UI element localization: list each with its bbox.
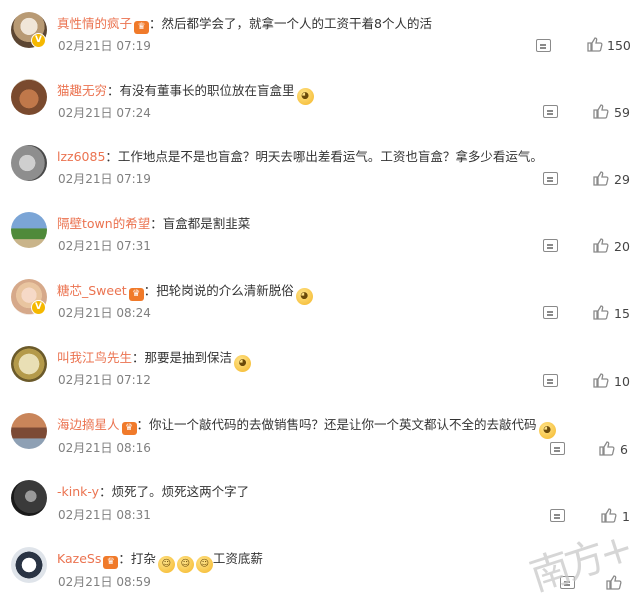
comment-text: ：你让一个敲代码的去做销售吗？还是让你一个英文都认不全的去敲代码 — [136, 417, 537, 432]
avatar[interactable] — [11, 480, 47, 516]
comment-text: ：把轮岗说的介么清新脱俗 — [143, 283, 294, 298]
avatar[interactable] — [11, 145, 47, 181]
member-crown-icon: ♛ — [134, 21, 150, 34]
timestamp: 02月21日 08:59 — [58, 575, 151, 589]
avatar[interactable] — [11, 413, 47, 449]
verified-badge-icon: V — [31, 33, 46, 48]
thumbs-up-icon[interactable] — [593, 171, 609, 186]
avatar[interactable] — [11, 346, 47, 382]
comment-text: ：然后都学会了，就拿一个人的工资干着8个人的活 — [149, 16, 432, 31]
verified-badge-icon: V — [31, 300, 46, 315]
comment-icon[interactable] — [543, 172, 558, 185]
like-count: 59 — [614, 105, 630, 120]
timestamp: 02月21日 07:19 — [58, 39, 151, 53]
thumbs-up-icon[interactable] — [587, 37, 603, 52]
comment-icon[interactable] — [543, 239, 558, 252]
username[interactable]: 猫趣无穷 — [57, 83, 107, 98]
comment-text: ：打杂 — [118, 551, 156, 566]
comment-icon[interactable] — [536, 39, 551, 52]
like-count: 6 — [620, 442, 628, 457]
timestamp: 02月21日 08:24 — [58, 306, 151, 320]
doge-emoji-icon: ◕ — [296, 88, 314, 105]
comment-text: ：盲盒都是割韭菜 — [150, 216, 251, 231]
like-count: 10 — [614, 374, 630, 389]
comment-text: ：有没有董事长的职位放在盲盒里 — [107, 83, 295, 98]
comment-text: ：那要是抽到保洁 — [132, 350, 233, 365]
username[interactable]: 叫我江鸟先生 — [57, 350, 132, 365]
comment-icon[interactable] — [543, 105, 558, 118]
comment-icon[interactable] — [550, 442, 565, 455]
timestamp: 02月21日 08:16 — [58, 441, 151, 455]
thumbs-up-icon[interactable] — [593, 104, 609, 119]
comment-text-tail: 工资底薪 — [212, 551, 263, 566]
username[interactable]: 糖芯_Sweet — [57, 283, 127, 298]
doge-emoji-icon: ◕ — [234, 355, 252, 372]
comment-text: ：工作地点是不是也盲盒？明天去哪出差看运气。工资也盲盒？拿多少看运气。 — [105, 149, 543, 164]
username[interactable]: 真性情的疯子 — [57, 16, 132, 31]
avatar[interactable] — [11, 79, 47, 115]
member-crown-icon: ♛ — [103, 556, 119, 569]
username[interactable]: lzz6085 — [57, 149, 105, 164]
like-count: 150 — [607, 38, 631, 53]
laugh-emoji-icon: ☺ — [195, 556, 213, 573]
laugh-emoji-icon: ☺ — [157, 556, 175, 573]
thumbs-up-icon[interactable] — [593, 373, 609, 388]
thumbs-up-icon[interactable] — [593, 305, 609, 320]
username[interactable]: 隔壁town的希望 — [57, 216, 150, 231]
comment-icon[interactable] — [543, 306, 558, 319]
username[interactable]: KazeSs — [57, 551, 101, 566]
thumbs-up-icon[interactable] — [599, 441, 615, 456]
avatar[interactable] — [11, 212, 47, 248]
timestamp: 02月21日 07:31 — [58, 239, 151, 253]
timestamp: 02月21日 07:19 — [58, 172, 151, 186]
timestamp: 02月21日 07:24 — [58, 106, 151, 120]
like-count: 1 — [622, 509, 630, 524]
username[interactable]: 海边摘星人 — [57, 417, 120, 432]
laugh-emoji-icon: ☺ — [176, 556, 194, 573]
comment-icon[interactable] — [550, 509, 565, 522]
comment-text: ：烦死了。烦死这两个字了 — [99, 484, 250, 499]
avatar[interactable] — [11, 547, 47, 583]
like-count: 20 — [614, 239, 630, 254]
timestamp: 02月21日 07:12 — [58, 373, 151, 387]
timestamp: 02月21日 08:31 — [58, 508, 151, 522]
thumbs-up-icon[interactable] — [593, 238, 609, 253]
username[interactable]: -kink-y — [57, 484, 99, 499]
comment-icon[interactable] — [543, 374, 558, 387]
doge-emoji-icon: ◕ — [538, 422, 556, 439]
doge-emoji-icon: ◕ — [295, 288, 313, 305]
member-crown-icon: ♛ — [121, 422, 137, 435]
member-crown-icon: ♛ — [128, 288, 144, 301]
like-count: 29 — [614, 172, 630, 187]
like-count: 15 — [614, 306, 630, 321]
